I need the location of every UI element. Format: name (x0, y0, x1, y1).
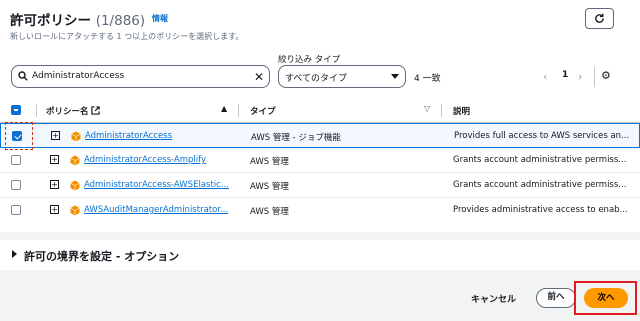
policy-cube-icon (70, 180, 80, 191)
policy-description: Grants account administrative permiss... (453, 180, 627, 190)
pagination-prev-icon[interactable]: ‹ (543, 70, 547, 83)
type-filter-select[interactable]: すべてのタイプ (278, 65, 406, 88)
policy-name-link[interactable]: AWSAuditManagerAdministrator... (84, 205, 228, 215)
page-subtitle: 新しいロールにアタッチする 1 つ以上のポリシーを選択します。 (10, 32, 244, 41)
column-header-description[interactable]: 説明 (453, 105, 470, 117)
select-all-checkbox[interactable] (11, 105, 21, 115)
policy-type: AWS 管理 (250, 182, 289, 192)
table-header: ポリシー名 ▲ タイプ ▽ 説明 (0, 98, 640, 123)
clear-icon[interactable]: ✕ (254, 71, 264, 83)
row-checkbox[interactable] (11, 180, 21, 190)
policy-name-link[interactable]: AdministratorAccess-AWSElastic... (84, 180, 229, 190)
search-value: AdministratorAccess (32, 71, 125, 81)
table-row[interactable]: + AWSAuditManagerAdministrator... AWS 管理… (0, 198, 640, 223)
policy-name-link[interactable]: AdministratorAccess-Amplify (84, 155, 206, 165)
policy-type: AWS 管理 (250, 157, 289, 167)
external-link-icon (91, 106, 101, 115)
info-link[interactable]: 情報 (152, 13, 168, 24)
policy-description: Provides full access to AWS services an.… (454, 131, 630, 141)
policy-type: AWS 管理 - ジョブ機能 (251, 133, 341, 143)
section-title: 許可の境界を設定 - オプション (24, 250, 180, 263)
previous-button[interactable]: 前へ (536, 288, 576, 308)
row-checkbox[interactable] (11, 205, 21, 215)
chevron-down-icon (391, 74, 399, 79)
divider (594, 67, 595, 87)
policy-description: Grants account administrative permiss... (453, 155, 627, 165)
policy-name-link[interactable]: AdministratorAccess (85, 131, 172, 141)
policy-count: (1/886) (95, 13, 146, 29)
row-checkbox[interactable] (11, 155, 21, 165)
column-header-policy-name[interactable]: ポリシー名 (46, 105, 101, 117)
search-icon (18, 71, 28, 81)
sort-icon[interactable]: ▽ (424, 104, 430, 113)
expand-row-icon[interactable]: + (50, 180, 59, 189)
policy-type: AWS 管理 (250, 207, 289, 217)
sort-ascending-icon[interactable]: ▲ (221, 104, 227, 113)
search-input[interactable]: AdministratorAccess ✕ (11, 65, 270, 88)
page-title: 許可ポリシー (1/886) (10, 13, 146, 29)
table-row[interactable]: + AdministratorAccess AWS 管理 - ジョブ機能 Pro… (0, 122, 640, 150)
cancel-button[interactable]: キャンセル (471, 292, 516, 305)
gear-icon[interactable]: ⚙ (601, 69, 611, 82)
expand-row-icon[interactable]: + (50, 205, 59, 214)
divider (36, 104, 37, 117)
refresh-button[interactable] (585, 8, 614, 29)
next-button[interactable]: 次へ (584, 288, 628, 308)
match-count: 4 一致 (414, 74, 441, 84)
filter-type-label: 絞り込み タイプ (278, 55, 341, 65)
table-row[interactable]: + AdministratorAccess-AWSElastic... AWS … (0, 173, 640, 198)
pagination-next-icon[interactable]: › (578, 70, 582, 83)
refresh-icon (595, 13, 604, 23)
annotation-highlight (5, 122, 33, 150)
policy-cube-icon (71, 131, 81, 142)
divider (441, 104, 442, 117)
policies-panel: 許可ポリシー (1/886) 情報 新しいロールにアタッチする 1 つ以上のポリ… (0, 0, 640, 232)
policy-cube-icon (70, 155, 80, 166)
pagination-current-page[interactable]: 1 (562, 70, 568, 80)
expand-row-icon[interactable]: + (51, 131, 60, 140)
caret-right-icon (12, 250, 17, 258)
column-header-type[interactable]: タイプ (250, 105, 276, 117)
type-filter-value: すべてのタイプ (285, 74, 348, 84)
policy-description: Provides administrative access to enab..… (453, 205, 628, 215)
policy-cube-icon (70, 205, 80, 216)
table-row[interactable]: + AdministratorAccess-Amplify AWS 管理 Gra… (0, 148, 640, 173)
expand-row-icon[interactable]: + (50, 155, 59, 164)
divider (238, 104, 239, 117)
permissions-boundary-section[interactable]: 許可の境界を設定 - オプション (0, 240, 640, 270)
